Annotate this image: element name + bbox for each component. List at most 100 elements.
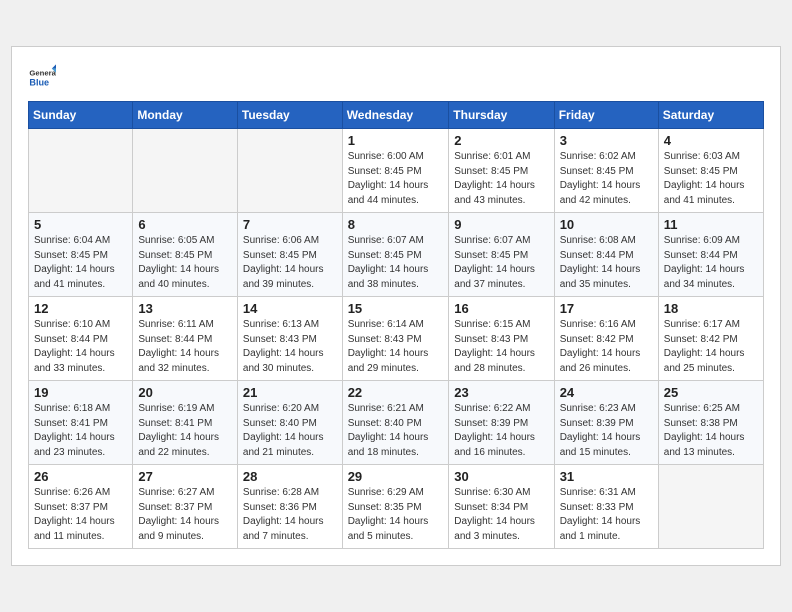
day-cell: 23Sunrise: 6:22 AM Sunset: 8:39 PM Dayli… [449,381,554,465]
day-cell: 30 Sunrise: 6:30 AM Sunset: 8:34 PM Dayli… [449,465,554,549]
header: General Blue [28,63,764,91]
day-cell: 20Sunrise: 6:19 AM Sunset: 8:41 PM Dayli… [133,381,238,465]
day-cell: 7 Sunrise: 6:06 AM Sunset: 8:45 PM Daylig… [237,213,342,297]
day-cell: 24Sunrise: 6:23 AM Sunset: 8:39 PM Dayli… [554,381,658,465]
logo: General Blue [28,63,60,91]
day-cell: 15 Sunrise: 6:14 AM Sunset: 8:43 PM Dayli… [342,297,449,381]
day-number: 21 [243,385,337,400]
day-cell: 12 Sunrise: 6:10 AM Sunset: 8:44 PM Dayli… [29,297,133,381]
day-number: 10 [560,217,653,232]
day-number: 19 [34,385,127,400]
day-cell: 27 Sunrise: 6:27 AM Sunset: 8:37 PM Dayli… [133,465,238,549]
day-cell: 14 Sunrise: 6:13 AM Sunset: 8:43 PM Dayli… [237,297,342,381]
day-number: 25 [664,385,758,400]
day-info: Sunrise: 6:10 AM Sunset: 8:44 PM Dayligh… [34,318,127,376]
day-number: 16 [454,301,548,316]
day-number: 17 [560,301,653,316]
week-row-3: 12 Sunrise: 6:10 AM Sunset: 8:44 PM Dayli… [29,297,764,381]
day-cell: 19 Sunrise: 6:18 AM Sunset: 8:41 PM Dayli… [29,381,133,465]
day-cell: 16Sunrise: 6:15 AM Sunset: 8:43 PM Dayli… [449,297,554,381]
weekday-header-saturday: Saturday [658,102,763,129]
day-info: Sunrise: 6:08 AM Sunset: 8:44 PM Dayligh… [560,234,653,292]
day-number: 7 [243,217,337,232]
day-info: Sunrise: 6:07 AM Sunset: 8:45 PM Dayligh… [454,234,548,292]
day-cell: 22Sunrise: 6:21 AM Sunset: 8:40 PM Dayli… [342,381,449,465]
day-number: 28 [243,469,337,484]
day-number: 31 [560,469,653,484]
day-number: 22 [348,385,444,400]
day-cell: 6 Sunrise: 6:05 AM Sunset: 8:45 PM Daylig… [133,213,238,297]
day-cell: 28Sunrise: 6:28 AM Sunset: 8:36 PM Dayli… [237,465,342,549]
day-info: Sunrise: 6:29 AM Sunset: 8:35 PM Dayligh… [348,486,444,544]
day-cell: 5Sunrise: 6:04 AM Sunset: 8:45 PM Daylig… [29,213,133,297]
day-info: Sunrise: 6:31 AM Sunset: 8:33 PM Dayligh… [560,486,653,544]
day-info: Sunrise: 6:16 AM Sunset: 8:42 PM Dayligh… [560,318,653,376]
day-cell [133,129,238,213]
week-row-4: 19 Sunrise: 6:18 AM Sunset: 8:41 PM Dayli… [29,381,764,465]
day-cell: 18 Sunrise: 6:17 AM Sunset: 8:42 PM Dayli… [658,297,763,381]
day-info: Sunrise: 6:05 AM Sunset: 8:45 PM Dayligh… [138,234,232,292]
day-cell: 1 Sunrise: 6:00 AM Sunset: 8:45 PM Daylig… [342,129,449,213]
day-cell: 21 Sunrise: 6:20 AM Sunset: 8:40 PM Dayli… [237,381,342,465]
day-cell [237,129,342,213]
day-info: Sunrise: 6:09 AM Sunset: 8:44 PM Dayligh… [664,234,758,292]
day-info: Sunrise: 6:06 AM Sunset: 8:45 PM Dayligh… [243,234,337,292]
day-number: 12 [34,301,127,316]
day-info: Sunrise: 6:26 AM Sunset: 8:37 PM Dayligh… [34,486,127,544]
weekday-header-sunday: Sunday [29,102,133,129]
day-cell: 4 Sunrise: 6:03 AM Sunset: 8:45 PM Daylig… [658,129,763,213]
day-info: Sunrise: 6:00 AM Sunset: 8:45 PM Dayligh… [348,150,444,208]
day-cell [29,129,133,213]
day-info: Sunrise: 6:19 AM Sunset: 8:41 PM Dayligh… [138,402,232,460]
day-number: 15 [348,301,444,316]
day-cell: 10 Sunrise: 6:08 AM Sunset: 8:44 PM Dayli… [554,213,658,297]
day-info: Sunrise: 6:03 AM Sunset: 8:45 PM Dayligh… [664,150,758,208]
day-cell: 3Sunrise: 6:02 AM Sunset: 8:45 PM Daylig… [554,129,658,213]
day-cell: 11 Sunrise: 6:09 AM Sunset: 8:44 PM Dayli… [658,213,763,297]
day-info: Sunrise: 6:25 AM Sunset: 8:38 PM Dayligh… [664,402,758,460]
day-info: Sunrise: 6:13 AM Sunset: 8:43 PM Dayligh… [243,318,337,376]
day-info: Sunrise: 6:20 AM Sunset: 8:40 PM Dayligh… [243,402,337,460]
day-number: 23 [454,385,548,400]
day-number: 14 [243,301,337,316]
day-info: Sunrise: 6:17 AM Sunset: 8:42 PM Dayligh… [664,318,758,376]
day-info: Sunrise: 6:18 AM Sunset: 8:41 PM Dayligh… [34,402,127,460]
day-cell: 29 Sunrise: 6:29 AM Sunset: 8:35 PM Dayli… [342,465,449,549]
weekday-header-thursday: Thursday [449,102,554,129]
weekday-header-friday: Friday [554,102,658,129]
day-number: 18 [664,301,758,316]
day-cell [658,465,763,549]
week-row-2: 5Sunrise: 6:04 AM Sunset: 8:45 PM Daylig… [29,213,764,297]
day-info: Sunrise: 6:01 AM Sunset: 8:45 PM Dayligh… [454,150,548,208]
day-number: 3 [560,133,653,148]
day-number: 26 [34,469,127,484]
day-info: Sunrise: 6:27 AM Sunset: 8:37 PM Dayligh… [138,486,232,544]
day-number: 11 [664,217,758,232]
week-row-1: 1 Sunrise: 6:00 AM Sunset: 8:45 PM Daylig… [29,129,764,213]
day-number: 4 [664,133,758,148]
week-row-5: 26 Sunrise: 6:26 AM Sunset: 8:37 PM Dayli… [29,465,764,549]
weekday-header-monday: Monday [133,102,238,129]
day-number: 29 [348,469,444,484]
day-cell: 2 Sunrise: 6:01 AM Sunset: 8:45 PM Daylig… [449,129,554,213]
day-cell: 9 Sunrise: 6:07 AM Sunset: 8:45 PM Daylig… [449,213,554,297]
weekday-header-tuesday: Tuesday [237,102,342,129]
day-number: 30 [454,469,548,484]
day-number: 1 [348,133,444,148]
day-info: Sunrise: 6:04 AM Sunset: 8:45 PM Dayligh… [34,234,127,292]
day-cell: 25 Sunrise: 6:25 AM Sunset: 8:38 PM Dayli… [658,381,763,465]
day-cell: 8 Sunrise: 6:07 AM Sunset: 8:45 PM Daylig… [342,213,449,297]
weekday-header-wednesday: Wednesday [342,102,449,129]
day-cell: 26 Sunrise: 6:26 AM Sunset: 8:37 PM Dayli… [29,465,133,549]
calendar-grid: SundayMondayTuesdayWednesdayThursdayFrid… [28,101,764,549]
svg-text:Blue: Blue [29,77,49,87]
day-info: Sunrise: 6:14 AM Sunset: 8:43 PM Dayligh… [348,318,444,376]
day-info: Sunrise: 6:07 AM Sunset: 8:45 PM Dayligh… [348,234,444,292]
day-number: 9 [454,217,548,232]
day-number: 8 [348,217,444,232]
day-number: 27 [138,469,232,484]
day-number: 6 [138,217,232,232]
day-info: Sunrise: 6:11 AM Sunset: 8:44 PM Dayligh… [138,318,232,376]
day-info: Sunrise: 6:30 AM Sunset: 8:34 PM Dayligh… [454,486,548,544]
day-number: 2 [454,133,548,148]
